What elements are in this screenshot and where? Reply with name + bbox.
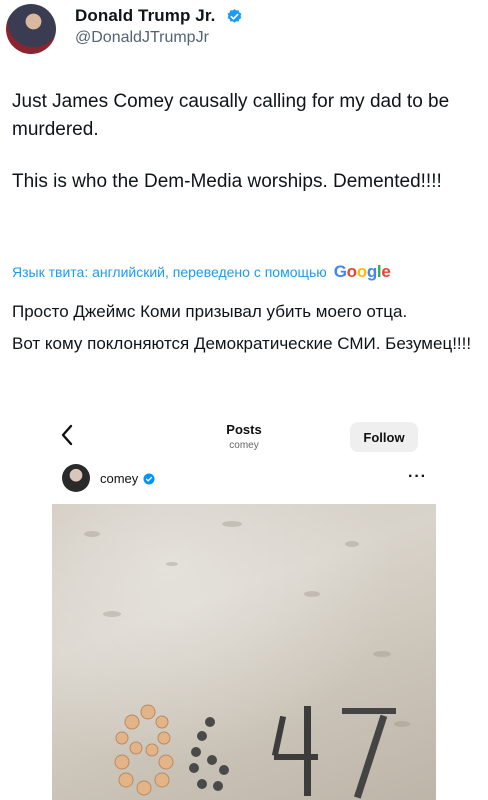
translated-paragraph: Просто Джеймс Коми призывал убить моего …: [12, 302, 408, 321]
translated-paragraph: Вот кому поклоняются Демократические СМИ…: [12, 334, 472, 353]
post-photo: [52, 504, 436, 800]
verified-badge-icon: [143, 473, 155, 485]
follow-button[interactable]: Follow: [350, 422, 418, 452]
embedded-instagram-screenshot: Posts comey Follow comey ···: [52, 416, 436, 800]
tweet-body: Just James Comey causally calling for my…: [12, 88, 472, 196]
verified-badge-icon: [227, 9, 242, 23]
translation-credit[interactable]: Язык твита: английский, переведено с пом…: [12, 262, 391, 282]
tweet-paragraph: Just James Comey causally calling for my…: [12, 91, 450, 140]
google-logo: Google: [333, 262, 391, 281]
post-author-avatar[interactable]: [62, 464, 90, 492]
tweet-paragraph: This is who the Dem-Media worships. Deme…: [12, 171, 442, 192]
translated-body: Просто Джеймс Коми призывал убить моего …: [12, 298, 478, 362]
post-username[interactable]: comey: [100, 471, 138, 486]
author-avatar[interactable]: [6, 4, 56, 54]
more-options-icon[interactable]: ···: [408, 468, 427, 486]
tweet-header: Donald Trump Jr. @DonaldJTrumpJr: [0, 0, 488, 62]
author-name[interactable]: Donald Trump Jr.: [75, 6, 215, 26]
translation-credit-text: Язык твита: английский, переведено с пом…: [12, 264, 327, 280]
author-handle[interactable]: @DonaldJTrumpJr: [75, 29, 209, 47]
bleed-through-artifact: [0, 388, 488, 412]
shell-number-icon: [84, 521, 410, 799]
